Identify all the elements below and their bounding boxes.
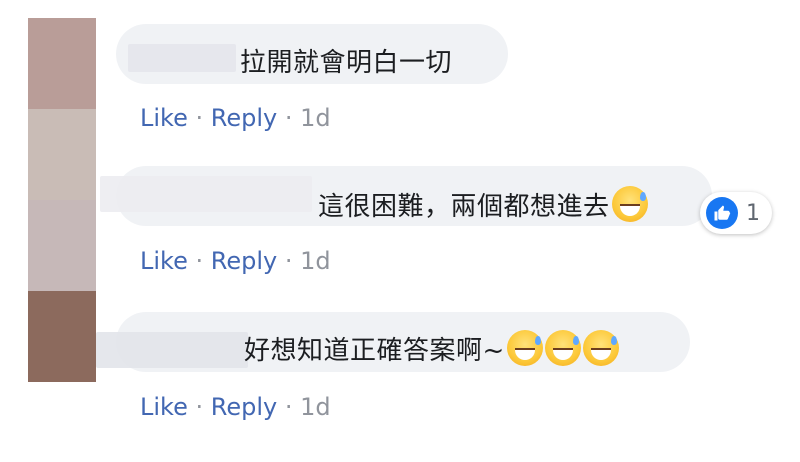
comment-text-content: 好想知道正確答案啊~ <box>244 336 505 366</box>
avatar-blurred <box>28 109 96 200</box>
reply-link[interactable]: Reply <box>211 393 277 421</box>
avatar-blurred <box>28 18 96 109</box>
avatar-strip <box>28 18 96 382</box>
avatar-blurred <box>28 200 96 291</box>
comment-text: 這很困難，兩個都想進去 <box>318 186 648 223</box>
laughing-sweat-emoji-icon <box>611 186 648 222</box>
thumbs-up-icon <box>706 197 738 229</box>
separator: · <box>284 247 301 275</box>
reply-link[interactable]: Reply <box>211 247 277 275</box>
separator: · <box>284 393 301 421</box>
like-link[interactable]: Like <box>140 247 188 275</box>
avatar-blurred <box>28 291 96 382</box>
reaction-badge[interactable]: 1 <box>700 192 772 234</box>
comment-actions: Like · Reply · 1d <box>140 247 331 275</box>
reply-link[interactable]: Reply <box>211 104 277 132</box>
comment-text: 好想知道正確答案啊~ <box>244 330 619 367</box>
commenter-name-blurred[interactable] <box>96 332 248 368</box>
commenter-name-blurred[interactable] <box>128 44 236 72</box>
comment-actions: Like · Reply · 1d <box>140 104 331 132</box>
comment-actions: Like · Reply · 1d <box>140 393 331 421</box>
commenter-name-blurred[interactable] <box>100 176 312 212</box>
comment-timestamp[interactable]: 1d <box>300 393 331 421</box>
comment-text-content: 這很困難，兩個都想進去 <box>318 192 610 222</box>
comment-timestamp[interactable]: 1d <box>300 247 331 275</box>
separator: · <box>195 247 211 275</box>
separator: · <box>195 104 211 132</box>
laughing-sweat-emoji-icon <box>544 330 581 366</box>
thumbs-up-glyph <box>714 205 731 221</box>
laughing-sweat-emoji-icon <box>582 330 619 366</box>
like-link[interactable]: Like <box>140 104 188 132</box>
reaction-count: 1 <box>746 200 760 226</box>
comment-timestamp[interactable]: 1d <box>300 104 331 132</box>
comment-text: 拉開就會明白一切 <box>240 48 453 78</box>
like-link[interactable]: Like <box>140 393 188 421</box>
separator: · <box>195 393 211 421</box>
laughing-sweat-emoji-icon <box>506 330 543 366</box>
separator: · <box>284 104 301 132</box>
